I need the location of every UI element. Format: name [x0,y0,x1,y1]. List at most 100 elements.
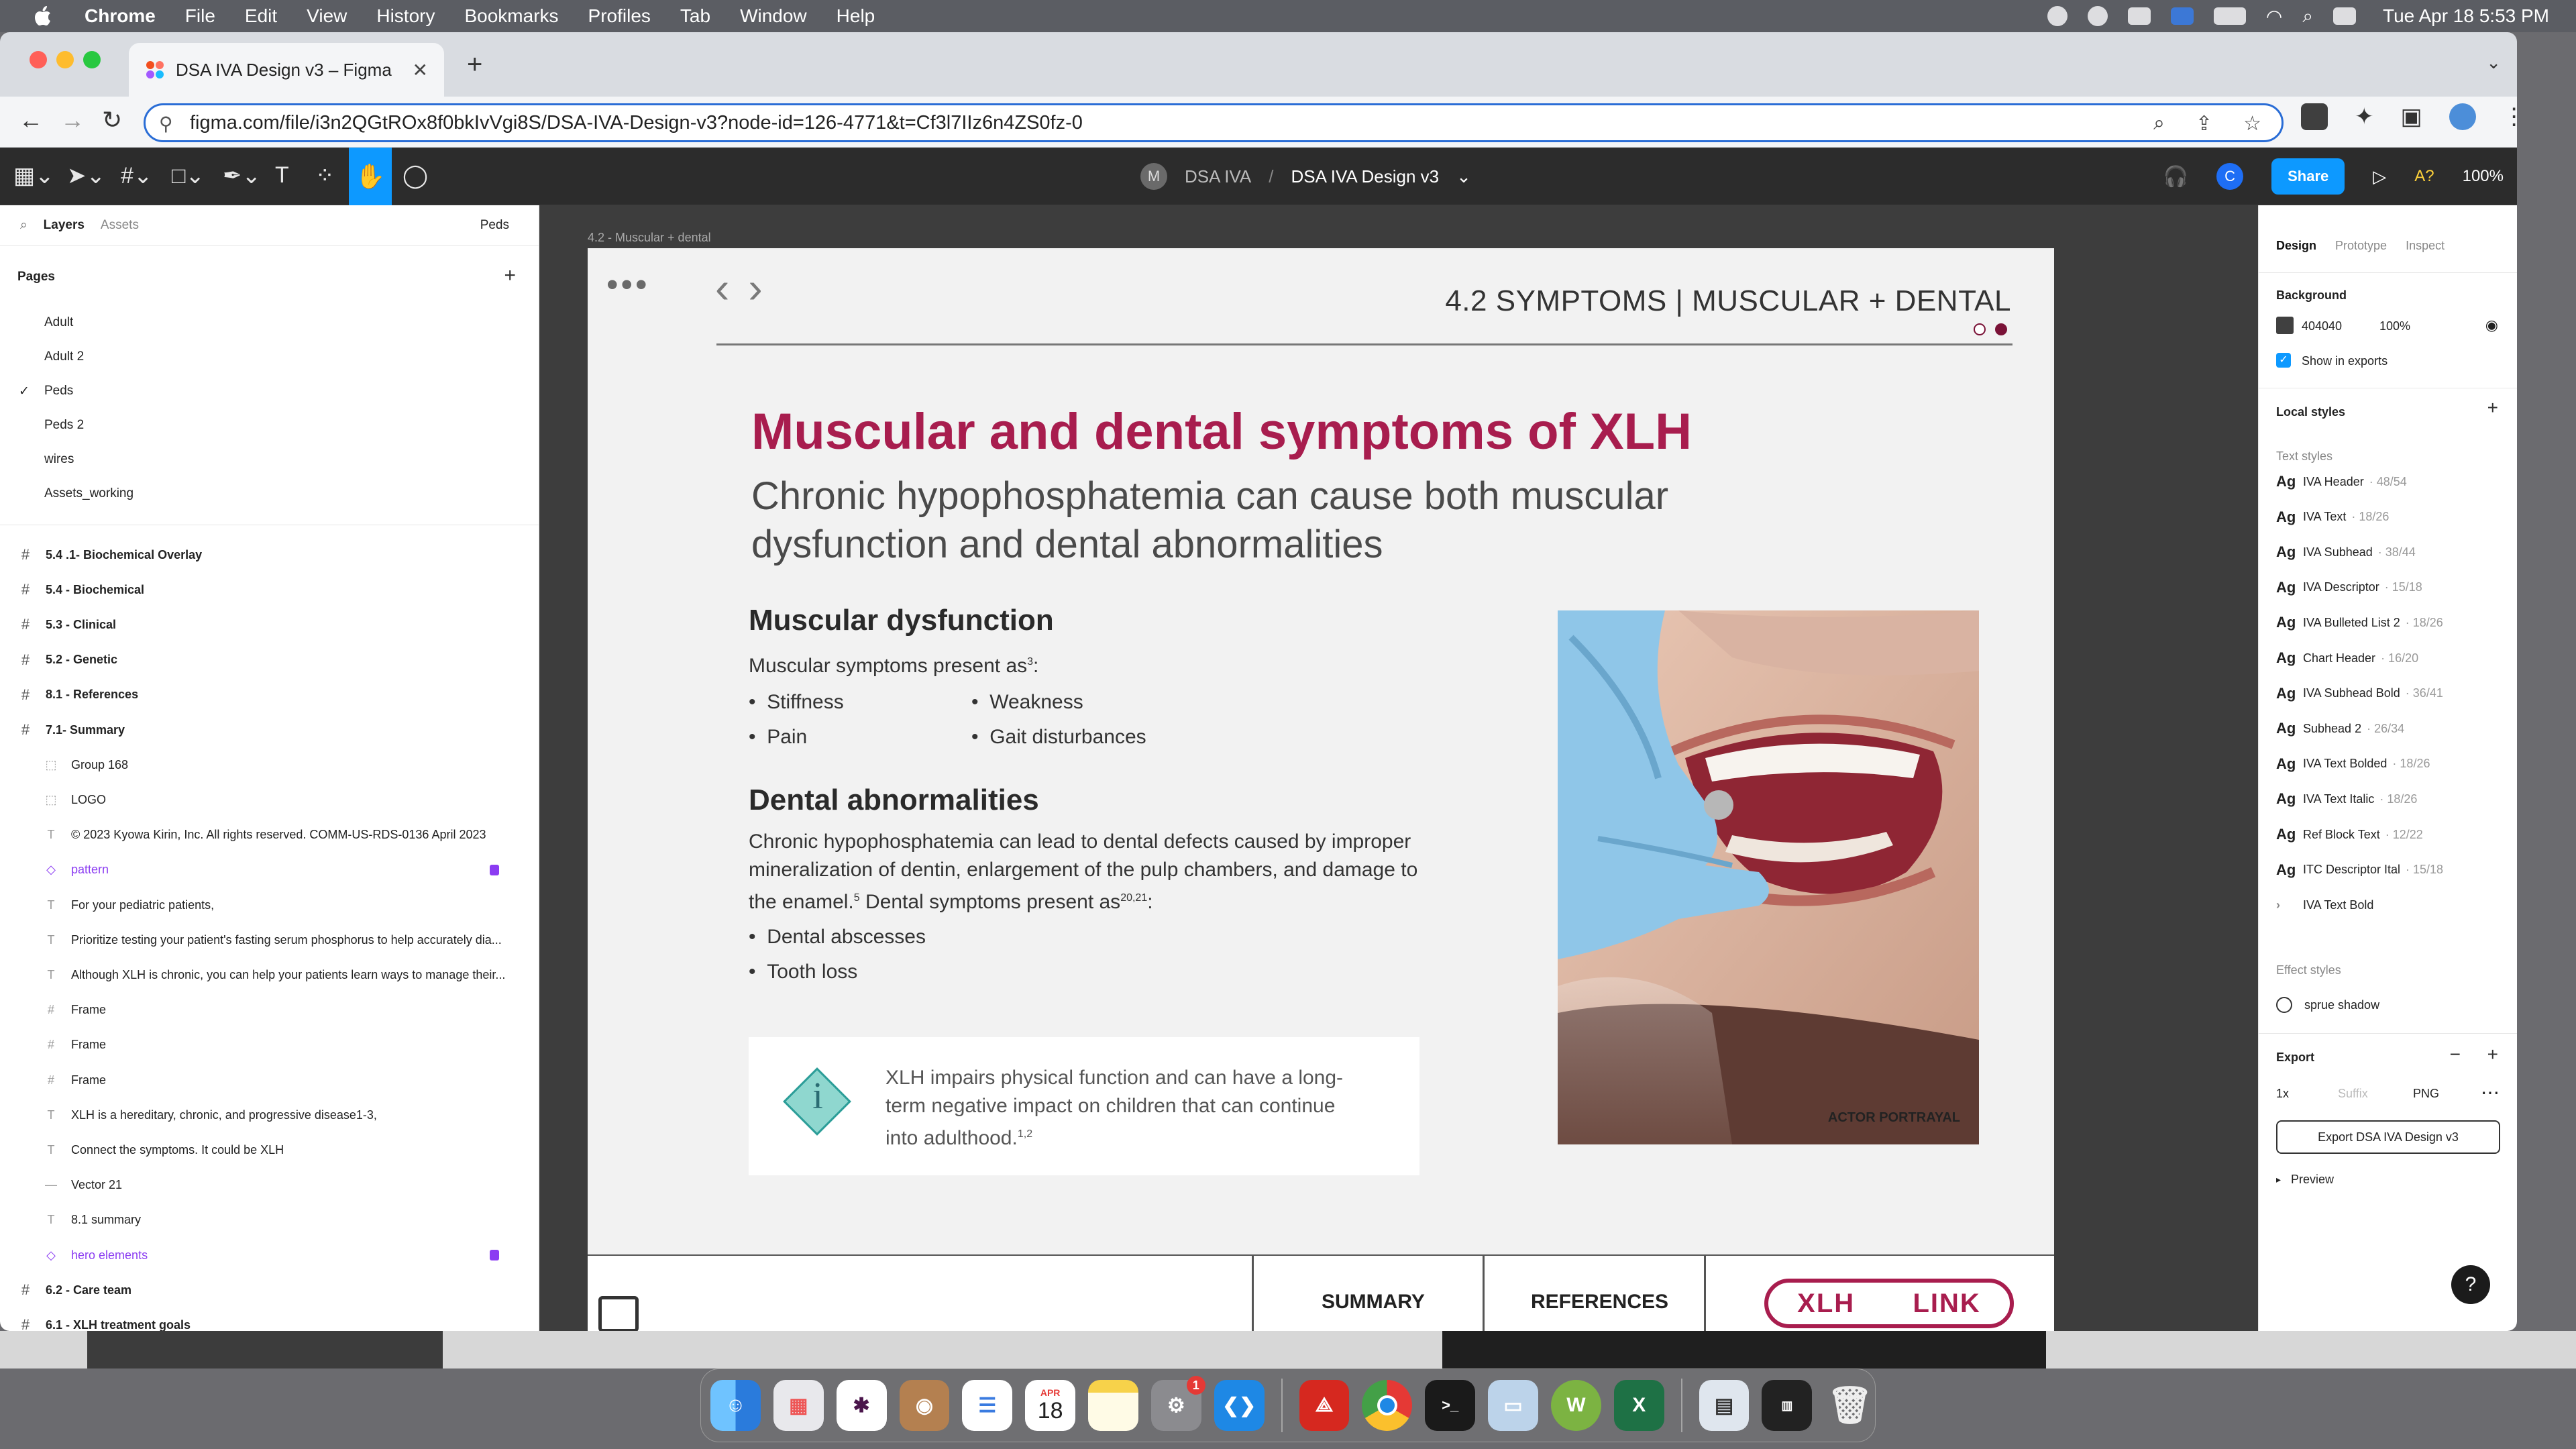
puzzle-extensions-icon[interactable]: ✦ [2355,103,2374,130]
user-avatar[interactable]: C [2216,163,2244,190]
headphones-icon[interactable]: 🎧 [2163,165,2188,189]
team-name[interactable]: DSA IVA [1185,166,1251,187]
slack-icon[interactable]: ✱ [836,1380,887,1431]
vscode-icon[interactable]: ❮❯ [1214,1380,1265,1431]
lock-icon[interactable] [490,1250,499,1260]
chrome-icon[interactable] [1362,1380,1413,1431]
lock-icon[interactable] [490,864,499,875]
zoom-window-button[interactable] [83,51,101,68]
hand-tool-button[interactable]: ✋ [349,148,392,205]
prev-arrow-icon[interactable]: ‹ [715,264,748,312]
frame-tool-icon[interactable]: #⌄ [121,162,152,189]
layer-row[interactable]: #6.2 - Care team [0,1273,539,1307]
apple-menu-icon[interactable] [27,0,59,32]
layer-row[interactable]: # Frame [0,994,539,1027]
remove-export-icon[interactable]: − [2450,1044,2461,1065]
finder-icon[interactable]: ☺ [710,1380,761,1431]
pagination-dot-2[interactable] [1995,323,2007,335]
pagination-dot-1[interactable] [1974,323,1986,335]
contacts-icon[interactable]: ◉ [899,1380,950,1431]
add-style-icon[interactable]: + [2487,397,2498,419]
site-info-icon[interactable]: ⚲ [159,113,179,134]
page-item-adult[interactable]: Adult [44,315,73,330]
menu-bookmarks[interactable]: Bookmarks [464,5,558,27]
show-in-exports-checkbox[interactable]: ✓ [2276,353,2291,368]
tab-design[interactable]: Design [2276,239,2316,253]
profile-avatar-icon[interactable] [2449,103,2476,130]
team-avatar[interactable]: M [1140,163,1167,190]
text-style-row[interactable]: Ag IVA Text · 18/26 [2276,504,2389,531]
layer-row[interactable]: # Frame [0,1063,539,1097]
layer-row[interactable]: T Although XLH is chronic, you can help y… [0,958,539,991]
layer-row[interactable]: T For your pediatric patients, [0,888,539,922]
layer-row[interactable]: #6.1 - XLH treatment goals [0,1308,539,1331]
menu-window[interactable]: Window [740,5,807,27]
menu-view[interactable]: View [307,5,347,27]
preview-icon[interactable]: ▭ [1488,1380,1538,1431]
bg-hex-value[interactable]: 404040 [2302,319,2342,333]
text-style-row[interactable]: Ag IVA Subhead · 38/44 [2276,539,2416,566]
screenshot-icon[interactable]: ▤ [1699,1380,1750,1431]
share-icon[interactable]: ⇪ [2196,112,2212,136]
bookmark-star-icon[interactable]: ☆ [2243,112,2261,136]
drive-icon[interactable] [2127,7,2151,25]
bg-opacity-value[interactable]: 100% [2379,319,2410,333]
word-icon[interactable]: W [1550,1380,1601,1431]
zoom-level[interactable]: 100% [2463,167,2504,186]
side-panel-icon[interactable]: ▣ [2401,103,2422,130]
calendar-icon[interactable]: APR 18 [1025,1380,1076,1431]
page-item-peds[interactable]: Peds [44,384,73,398]
layer-row[interactable]: #7.1- Summary [0,713,539,747]
accessibility-label[interactable]: A? [2414,167,2434,186]
export-button[interactable]: Export DSA IVA Design v3 [2276,1120,2500,1154]
layer-row[interactable]: T © 2023 Kyowa Kirin, Inc. All rights res… [0,818,539,852]
zoom-lens-icon[interactable]: ⌕ [2153,112,2165,136]
layer-row[interactable]: T 8.1 summary [0,1203,539,1237]
control-center-icon[interactable] [2333,7,2356,25]
references-button[interactable]: REFERENCES [1531,1291,1668,1313]
layer-row[interactable]: ◇ hero elements [0,1238,539,1272]
browser-tab-figma[interactable]: DSA IVA Design v3 – Figma ✕ [129,43,444,97]
text-style-row[interactable]: Ag Subhead 2 · 26/34 [2276,715,2404,742]
page-select[interactable]: Peds [480,218,509,233]
next-arrow-icon[interactable]: › [748,264,781,312]
spotlight-search-icon[interactable]: ⌕ [2302,5,2313,28]
export-more-icon[interactable]: ⋯ [2481,1081,2500,1104]
menu-profiles[interactable]: Profiles [588,5,651,27]
trash-icon[interactable]: 🗑 [1825,1380,1875,1431]
layer-row[interactable]: #5.4 - Biochemical [0,573,539,606]
wifi-icon[interactable]: ◠ [2266,5,2282,28]
text-style-row[interactable]: › IVA Text Bold [2276,892,2379,918]
xlh-link-logo[interactable]: XLH LINK [1764,1279,2014,1328]
creative-cloud-icon[interactable] [2087,6,2108,26]
export-scale[interactable]: 1x [2276,1087,2289,1101]
effect-style-sprue-shadow[interactable]: sprue shadow [2304,998,2379,1012]
back-arrow-icon[interactable]: ← [19,106,43,134]
eye-icon[interactable]: ◉ [2485,317,2498,334]
layer-row[interactable]: #5.3 - Clinical [0,608,539,641]
share-button[interactable]: Share [2271,158,2345,195]
tab-close-icon[interactable]: ✕ [413,59,428,81]
frame-label[interactable]: 4.2 - Muscular + dental [588,231,711,245]
chevron-down-icon[interactable]: ⌄ [1456,166,1471,187]
text-style-row[interactable]: Ag IVA Text Bolded · 18/26 [2276,751,2430,777]
notes-icon[interactable] [1088,1380,1138,1431]
reminders-icon[interactable]: ☰ [962,1380,1013,1431]
extension-icon[interactable] [2301,103,2328,130]
monitor-icon[interactable] [598,1296,639,1331]
terminal2-icon[interactable]: ▥ [1762,1380,1813,1431]
page-item-peds-2[interactable]: Peds 2 [44,418,84,433]
slide-frame[interactable]: ••• ‹› 4.2 SYMPTOMS | MUSCULAR + DENTAL … [588,248,2054,1331]
present-play-icon[interactable]: ▷ [2373,166,2386,187]
text-style-row[interactable]: Ag ITC Descriptor Ital · 15/18 [2276,857,2443,883]
export-suffix-input[interactable]: Suffix [2338,1087,2368,1101]
layer-row[interactable]: T XLH is a hereditary, chronic, and progr… [0,1098,539,1132]
menu-help[interactable]: Help [837,5,875,27]
text-tool-icon[interactable]: T [275,162,289,189]
chrome-menu-icon[interactable]: ⋮ [2503,103,2517,130]
close-window-button[interactable] [30,51,47,68]
new-tab-button[interactable]: + [467,50,482,80]
battery-icon[interactable] [2213,7,2246,25]
shape-tool-icon[interactable]: □⌄ [172,162,205,189]
page-item-wires[interactable]: wires [44,452,74,467]
